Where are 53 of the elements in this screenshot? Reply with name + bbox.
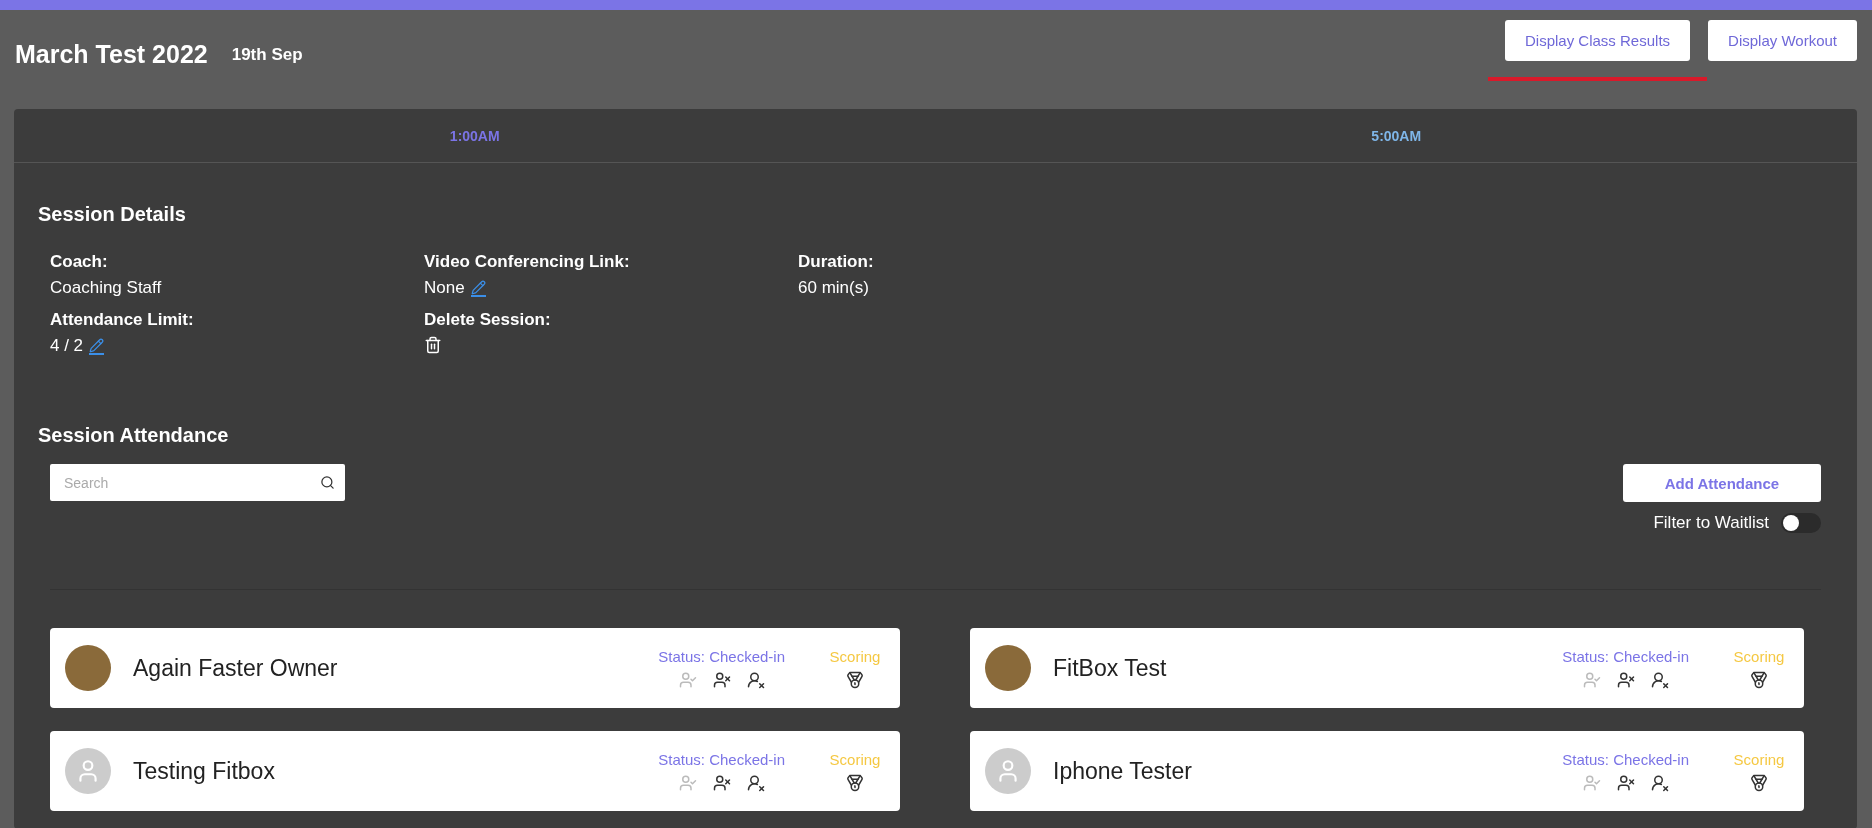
pencil-icon[interactable]	[470, 279, 486, 297]
field-label: Video Conferencing Link:	[424, 252, 631, 272]
time-slot-tab[interactable]: 1:00AM	[449, 127, 500, 144]
member-name: Iphone Tester	[1053, 757, 1193, 785]
medal-icon[interactable]	[1750, 670, 1768, 689]
user-x-icon[interactable]	[1616, 670, 1635, 689]
member-name: FitBox Test	[1053, 654, 1168, 682]
photo-placeholder	[65, 645, 111, 691]
user-x-icon[interactable]	[712, 670, 731, 689]
field-label: Attendance Limit:	[50, 310, 195, 330]
waitlist-toggle[interactable]	[1781, 513, 1821, 533]
field-value: 60 min(s)	[798, 278, 869, 298]
search-icon	[320, 475, 335, 490]
user-check-icon[interactable]	[678, 773, 697, 792]
field-value: Coaching Staff	[50, 278, 162, 298]
field-label: Coach:	[50, 252, 109, 272]
time-slot-tab[interactable]: 5:00AM	[1371, 127, 1422, 144]
medal-icon[interactable]	[846, 773, 864, 792]
filter-label: Filter to Waitlist	[1653, 513, 1769, 533]
scoring-label: Scoring	[829, 647, 881, 665]
scoring-label: Scoring	[829, 750, 881, 768]
pencil-icon[interactable]	[89, 337, 105, 355]
section-heading: Session Attendance	[38, 424, 230, 447]
trash-icon[interactable]	[424, 336, 442, 354]
field-value: 4 / 2	[50, 336, 84, 356]
page-title: March Test 2022	[15, 40, 208, 69]
add-attendance-button[interactable]: Add Attendance	[1623, 464, 1821, 502]
field-value: None	[424, 278, 465, 298]
session-date: 19th Sep	[231, 44, 303, 65]
status-text: Status: Checked-in	[1562, 750, 1689, 768]
field-label: Delete Session:	[424, 310, 552, 330]
user-check-icon[interactable]	[1582, 670, 1601, 689]
display-button[interactable]: Display Workout	[1708, 19, 1857, 61]
status-text: Status: Checked-in	[658, 750, 785, 768]
scoring-label: Scoring	[1733, 750, 1785, 768]
avatar-icon	[65, 748, 111, 794]
user-check-icon[interactable]	[1582, 773, 1601, 792]
medal-icon[interactable]	[1750, 773, 1768, 792]
member-name: Testing Fitbox	[133, 757, 276, 785]
search-field[interactable]: Search	[50, 464, 345, 501]
photo-placeholder	[985, 645, 1031, 691]
status-text: Status: Checked-in	[658, 647, 785, 665]
scoring-label: Scoring	[1733, 647, 1785, 665]
user-x-icon[interactable]	[712, 773, 731, 792]
display-button[interactable]: Display Class Results	[1505, 19, 1691, 61]
field-label: Duration:	[798, 252, 875, 272]
section-heading: Session Details	[38, 203, 187, 226]
medal-icon[interactable]	[846, 670, 864, 689]
status-text: Status: Checked-in	[1562, 647, 1689, 665]
avatar-icon	[985, 748, 1031, 794]
member-name: Again Faster Owner	[133, 654, 339, 682]
user-x-icon[interactable]	[1616, 773, 1635, 792]
user-check-icon[interactable]	[678, 670, 697, 689]
